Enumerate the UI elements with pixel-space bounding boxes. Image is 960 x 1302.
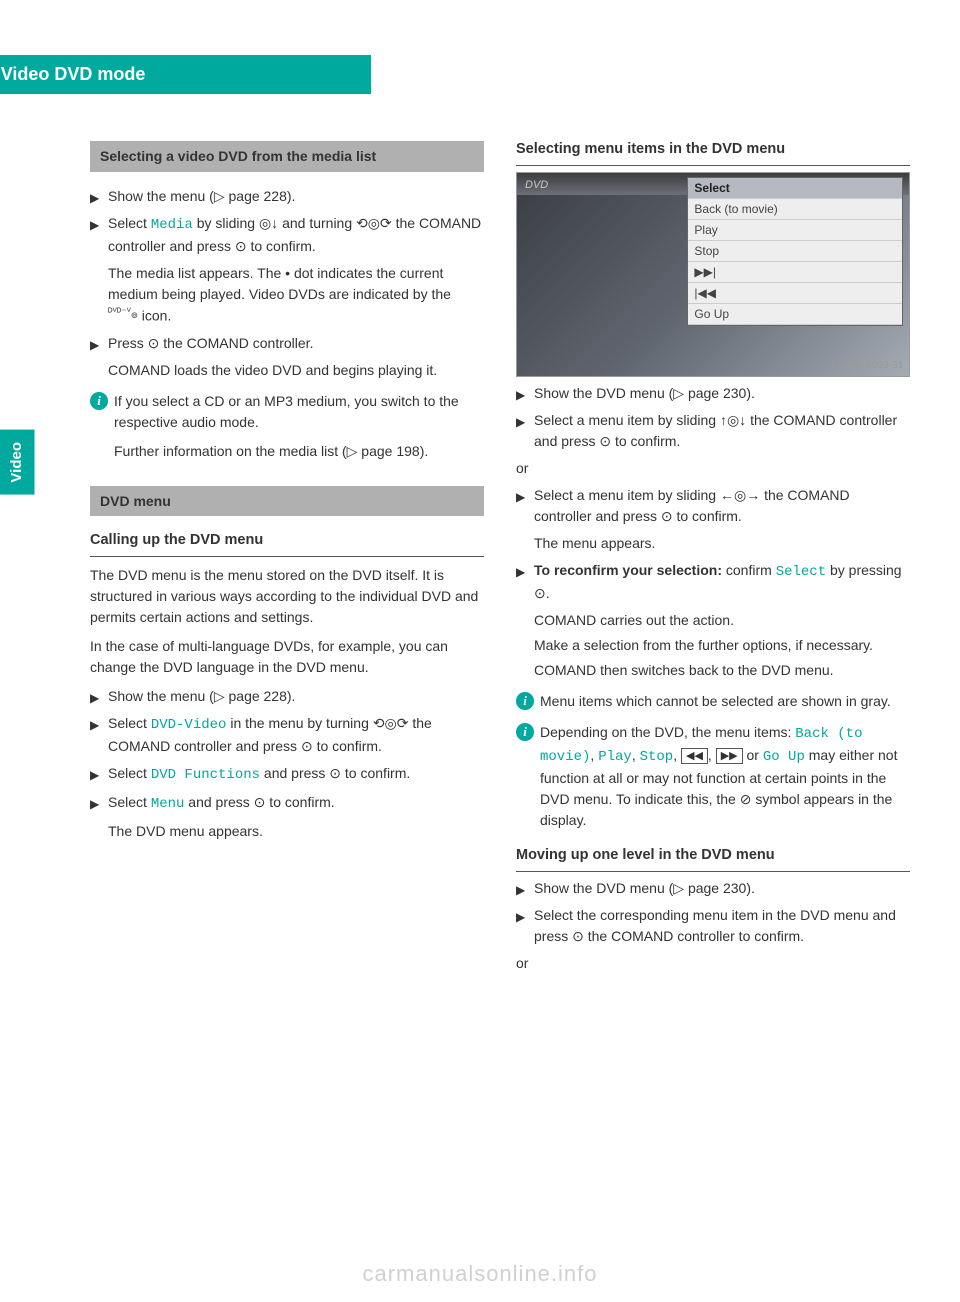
step-select-menu: ▶ Select Menu and press ⊙ to confirm.: [90, 792, 484, 815]
step-text: Select Menu and press ⊙ to confirm.: [108, 792, 484, 815]
step-show-dvd-menu-2: ▶ Show the DVD menu (▷ page 230).: [516, 878, 910, 899]
side-tab-video: Video: [0, 430, 35, 495]
step-select-dvd-video: ▶ Select DVD-Video in the menu by turnin…: [90, 713, 484, 757]
step-text: Select the corresponding menu item in th…: [534, 905, 910, 947]
step-show-dvd-menu: ▶ Show the DVD menu (▷ page 230).: [516, 383, 910, 404]
step-text: Select DVD-Video in the menu by turning …: [108, 713, 484, 757]
menu-item-goup: Go Up: [688, 304, 902, 325]
triangle-icon: ▶: [516, 878, 534, 899]
triangle-icon: ▶: [516, 485, 534, 506]
subheading-selecting-items: Selecting menu items in the DVD menu: [516, 139, 910, 166]
step-result: The media list appears. The • dot indica…: [108, 263, 484, 327]
menu-item-stop: Stop: [688, 241, 902, 262]
menu-item-prev: |◀◀: [688, 283, 902, 304]
info-icon: i: [516, 692, 534, 710]
info-note-cd-mp3: i If you select a CD or an MP3 medium, y…: [90, 391, 484, 470]
triangle-icon: ▶: [516, 560, 534, 581]
step-result: The menu appears.: [534, 533, 910, 554]
step-text: Show the menu (▷ page 228).: [108, 686, 484, 707]
subheader-dvd-menu: DVD menu: [90, 486, 484, 517]
step-select-dvd-functions: ▶ Select DVD Functions and press ⊙ to co…: [90, 763, 484, 786]
mono-dvd-video: DVD-Video: [151, 717, 227, 733]
left-column: Selecting a video DVD from the media lis…: [90, 125, 484, 980]
step-select-media: ▶ Select Media by sliding ◎↓ and turning…: [90, 213, 484, 257]
step-result: Make a selection from the further option…: [534, 635, 910, 656]
step-text: To reconfirm your selection: confirm Sel…: [534, 560, 910, 604]
triangle-icon: ▶: [90, 333, 108, 354]
forward-icon: ▶▶: [716, 748, 743, 764]
step-result: The DVD menu appears.: [108, 821, 484, 842]
step-press-controller: ▶ Press ⊙ the COMAND controller.: [90, 333, 484, 354]
triangle-icon: ▶: [516, 410, 534, 431]
step-select-corresponding: ▶ Select the corresponding menu item in …: [516, 905, 910, 947]
menu-item-select: Select: [688, 178, 902, 199]
info-text: Depending on the DVD, the menu items: Ba…: [540, 722, 910, 831]
info-text-line: Further information on the media list (▷…: [114, 441, 484, 462]
step-result: COMAND carries out the action.: [534, 610, 910, 631]
page-header: 230 Video DVD mode: [0, 55, 371, 94]
info-icon: i: [90, 392, 108, 410]
subheader-media-list: Selecting a video DVD from the media lis…: [90, 141, 484, 172]
watermark: carmanualsonline.info: [0, 1257, 960, 1290]
step-result: COMAND loads the video DVD and begins pl…: [108, 360, 484, 381]
info-note-depending: i Depending on the DVD, the menu items: …: [516, 722, 910, 831]
step-text: Show the DVD menu (▷ page 230).: [534, 383, 910, 404]
triangle-icon: ▶: [90, 213, 108, 234]
triangle-icon: ▶: [90, 186, 108, 207]
step-result: COMAND then switches back to the DVD men…: [534, 660, 910, 681]
paragraph: The DVD menu is the menu stored on the D…: [90, 565, 484, 628]
info-note-gray: i Menu items which cannot be selected ar…: [516, 691, 910, 712]
or-separator: or: [516, 458, 910, 479]
mono-menu: Menu: [151, 796, 185, 812]
triangle-icon: ▶: [516, 905, 534, 926]
menu-item-next: ▶▶|: [688, 262, 902, 283]
right-column: Selecting menu items in the DVD menu DVD…: [516, 125, 910, 980]
subheading-calling-dvd: Calling up the DVD menu: [90, 530, 484, 557]
dvd-menu-screenshot: DVD Select Back (to movie) Play Stop ▶▶|…: [516, 172, 910, 377]
mono-media: Media: [151, 217, 193, 233]
step-show-menu-2: ▶ Show the menu (▷ page 228).: [90, 686, 484, 707]
triangle-icon: ▶: [90, 763, 108, 784]
mono-select: Select: [776, 564, 826, 580]
dvd-v-icon: ᴰⱽᴰ⁻ⱽ⊚: [108, 307, 138, 318]
menu-item-play: Play: [688, 220, 902, 241]
triangle-icon: ▶: [90, 686, 108, 707]
step-text: Show the DVD menu (▷ page 230).: [534, 878, 910, 899]
paragraph: In the case of multi-language DVDs, for …: [90, 636, 484, 678]
triangle-icon: ▶: [90, 792, 108, 813]
chapter-title: Video DVD mode: [0, 61, 145, 88]
step-select-vertical: ▶ Select a menu item by sliding ↑◎↓ the …: [516, 410, 910, 452]
info-text: Menu items which cannot be selected are …: [540, 691, 910, 712]
step-reconfirm: ▶ To reconfirm your selection: confirm S…: [516, 560, 910, 604]
info-icon: i: [516, 723, 534, 741]
triangle-icon: ▶: [90, 713, 108, 734]
step-show-menu: ▶ Show the menu (▷ page 228).: [90, 186, 484, 207]
subheading-moving-up: Moving up one level in the DVD menu: [516, 845, 910, 872]
step-text: Show the menu (▷ page 228).: [108, 186, 484, 207]
step-text: Select a menu item by sliding ↑◎↓ the CO…: [534, 410, 910, 452]
menu-item-back: Back (to movie): [688, 199, 902, 220]
mono-dvd-functions: DVD Functions: [151, 767, 260, 783]
step-select-horizontal: ▶ Select a menu item by sliding ←◎→ the …: [516, 485, 910, 527]
step-text: Press ⊙ the COMAND controller.: [108, 333, 484, 354]
screenshot-menu-list: Select Back (to movie) Play Stop ▶▶| |◀◀…: [687, 177, 903, 326]
rewind-icon: ◀◀: [681, 748, 708, 764]
step-text: Select Media by sliding ◎↓ and turning ⟲…: [108, 213, 484, 257]
step-text: Select a menu item by sliding ←◎→ the CO…: [534, 485, 910, 527]
triangle-icon: ▶: [516, 383, 534, 404]
info-text-line: If you select a CD or an MP3 medium, you…: [114, 391, 484, 433]
step-text: Select DVD Functions and press ⊙ to conf…: [108, 763, 484, 786]
screenshot-caption: P82.89-0093-31: [831, 358, 903, 373]
or-separator: or: [516, 953, 910, 974]
